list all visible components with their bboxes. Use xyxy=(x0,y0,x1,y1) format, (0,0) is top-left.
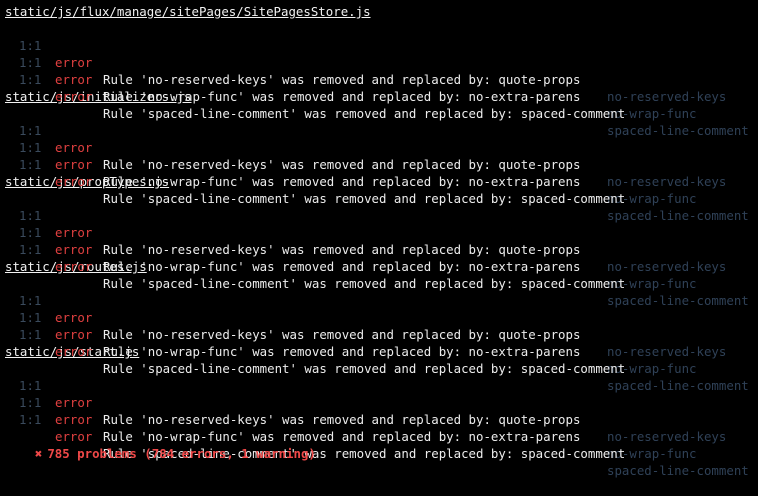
rule-id: no-reserved-keys xyxy=(607,174,727,189)
message-text: Rule 'no-reserved-keys' was removed and … xyxy=(103,327,581,342)
line-column: 1:1 xyxy=(19,72,42,87)
lint-message-row: 1:1 error Rule 'spaced-line-comment' was… xyxy=(0,54,758,138)
rule-id: spaced-line-comment xyxy=(607,463,749,478)
lint-message-row: 1:1 error Rule 'no-wrap-func' was remove… xyxy=(0,37,758,121)
lint-message-row: 1:1 error Rule 'no-reserved-keys' was re… xyxy=(0,20,758,104)
severity-label: error xyxy=(55,89,93,104)
lint-message-row: 1:1 error Rule 'no-wrap-func' was remove… xyxy=(0,122,758,206)
rule-id: no-reserved-keys xyxy=(607,259,727,274)
severity-label: error xyxy=(55,72,93,87)
lint-message-row: 1:1 error Rule 'spaced-line-comment' was… xyxy=(0,224,758,308)
file-path: static/js/flux/manage/sitePages/SitePage… xyxy=(5,4,371,19)
message-text: Rule 'no-reserved-keys' was removed and … xyxy=(103,157,581,172)
lint-message-row: 1:1 error Rule 'spaced-line-comment' was… xyxy=(0,309,758,393)
lint-message-row: 1:1 error Rule 'no-reserved-keys' was re… xyxy=(0,190,758,274)
lint-message-row: 1:1 error Rule 'no-wrap-func' was remove… xyxy=(0,207,758,291)
severity-label: error xyxy=(55,242,93,257)
lint-message-row: 1:1 error Rule 'no-reserved-keys' was re… xyxy=(0,275,758,359)
message-text: Rule 'no-reserved-keys' was removed and … xyxy=(103,242,581,257)
severity-label: error xyxy=(55,259,93,274)
problems-summary: ✖ 785 problems (784 errors, 1 warning) xyxy=(5,428,316,479)
severity-label: error xyxy=(55,174,93,189)
message-text: Rule 'no-reserved-keys' was removed and … xyxy=(103,412,581,427)
file-block: static/js/flux/manage/sitePages/SitePage… xyxy=(0,3,758,138)
line-column: 1:1 xyxy=(19,412,42,427)
lint-message-row: 1:1 error Rule 'no-wrap-func' was remove… xyxy=(0,377,758,461)
message-text: Rule 'no-wrap-func' was removed and repl… xyxy=(103,89,581,104)
message-text: Rule 'no-reserved-keys' was removed and … xyxy=(103,72,581,87)
lint-message-row: 1:1 error Rule 'spaced-line-comment' was… xyxy=(0,394,758,478)
severity-label: error xyxy=(55,412,93,427)
line-column: 1:1 xyxy=(19,327,42,342)
lint-message-row: 1:1 error Rule 'no-reserved-keys' was re… xyxy=(0,105,758,189)
terminal-output: static/js/flux/manage/sitePages/SitePage… xyxy=(0,0,758,478)
severity-label: error xyxy=(55,344,93,359)
message-text: Rule 'no-wrap-func' was removed and repl… xyxy=(103,174,581,189)
message-text: Rule 'no-wrap-func' was removed and repl… xyxy=(103,259,581,274)
message-text: Rule 'no-wrap-func' was removed and repl… xyxy=(103,344,581,359)
lint-message-row: 1:1 error Rule 'no-reserved-keys' was re… xyxy=(0,360,758,444)
lint-message-row: 1:1 error Rule 'no-wrap-func' was remove… xyxy=(0,292,758,376)
lint-message-row: 1:1 error Rule 'spaced-line-comment' was… xyxy=(0,139,758,223)
line-column: 1:1 xyxy=(19,242,42,257)
severity-label: error xyxy=(55,157,93,172)
rule-id: no-reserved-keys xyxy=(607,89,727,104)
severity-label: error xyxy=(55,327,93,342)
rule-id: no-reserved-keys xyxy=(607,344,727,359)
rule-id: no-reserved-keys xyxy=(607,429,727,444)
line-column: 1:1 xyxy=(19,157,42,172)
